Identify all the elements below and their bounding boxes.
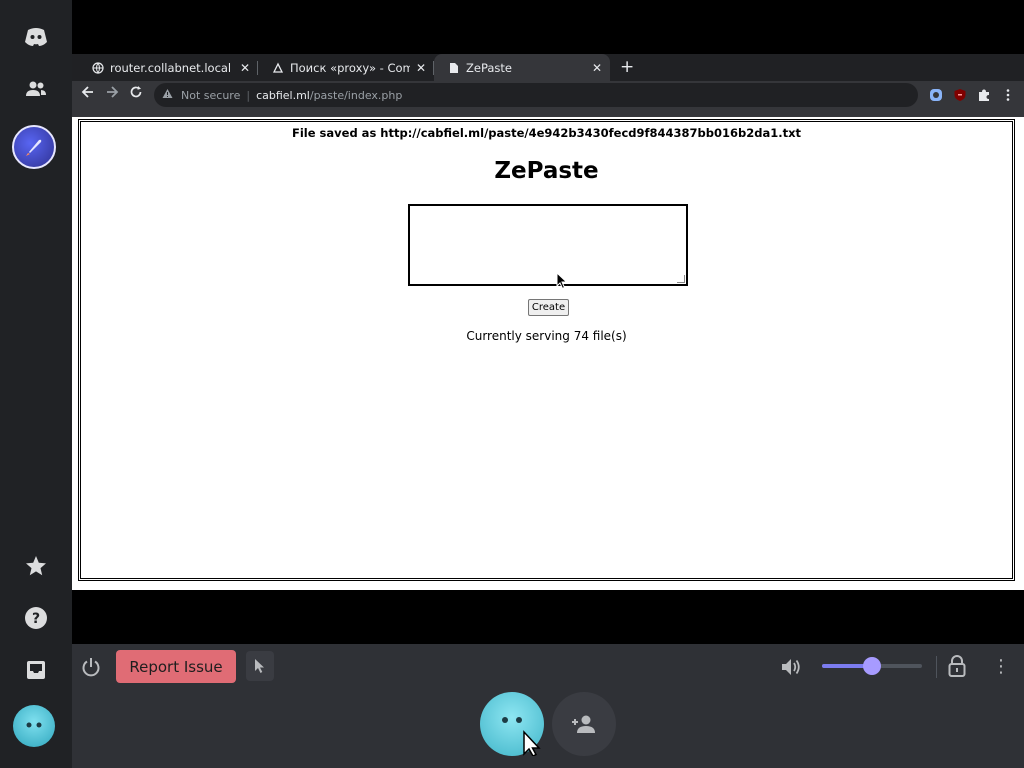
close-tab-icon[interactable]: ✕ — [592, 61, 602, 75]
svg-text:?: ? — [32, 611, 40, 627]
volume-slider[interactable] — [822, 657, 922, 675]
browser-toolbar: Not secure | cabfiel.ml/paste/index.php — [72, 81, 1024, 109]
tab-strip: router.collabnet.local ✕ Поиск «proxy» -… — [72, 54, 1024, 81]
pointer-icon — [255, 659, 264, 673]
address-bar[interactable]: Not secure | cabfiel.ml/paste/index.php — [154, 83, 918, 107]
user-avatar[interactable] — [13, 705, 55, 747]
browser-window: router.collabnet.local ✕ Поиск «proxy» -… — [72, 54, 1024, 590]
more-options-icon[interactable]: ⋮ — [992, 656, 1010, 678]
reload-icon[interactable] — [129, 85, 143, 103]
tab-title: ZePaste — [466, 60, 512, 75]
control-bar: Report Issue ⋮ — [72, 644, 1024, 768]
inbox-icon[interactable] — [16, 650, 56, 690]
discord-logo-icon[interactable] — [16, 17, 56, 57]
page-viewport: File saved as http://cabfiel.ml/paste/4e… — [72, 117, 1024, 590]
tab-title: router.collabnet.local — [110, 60, 232, 75]
url-host[interactable]: cabfiel.ml — [256, 89, 310, 102]
star-icon[interactable] — [16, 546, 56, 586]
tab-router[interactable]: router.collabnet.local ✕ — [78, 54, 258, 81]
page-frame: File saved as http://cabfiel.ml/paste/4e… — [78, 119, 1015, 581]
url-path[interactable]: /paste/index.php — [310, 89, 402, 102]
add-user-icon — [572, 715, 595, 733]
warning-icon[interactable] — [162, 88, 173, 102]
pointer-mode-button[interactable] — [246, 651, 274, 681]
tab-zepaste[interactable]: ZePaste ✕ — [434, 54, 610, 81]
saved-message: File saved as http://cabfiel.ml/paste/4e… — [292, 126, 801, 140]
tab-title: Поиск «proxy» - Comput — [290, 60, 410, 75]
resize-handle-icon[interactable] — [677, 275, 685, 283]
volume-icon[interactable] — [780, 656, 802, 678]
page-title: ZePaste — [494, 158, 599, 184]
power-icon[interactable] — [80, 656, 102, 678]
new-tab-icon[interactable]: + — [620, 57, 634, 77]
session-user-avatar[interactable] — [480, 692, 544, 757]
mouse-cursor-icon — [556, 271, 568, 294]
page-icon — [448, 62, 460, 74]
forward-icon[interactable] — [105, 85, 119, 103]
report-issue-button[interactable]: Report Issue — [116, 650, 236, 683]
friends-icon[interactable] — [16, 69, 56, 109]
server-rocket-icon[interactable] — [12, 125, 56, 169]
serving-status: Currently serving 74 file(s) — [466, 329, 627, 343]
app-icon — [272, 62, 284, 74]
globe-icon — [92, 61, 104, 74]
extension-ublock-icon[interactable] — [953, 87, 967, 101]
extension-shield-icon[interactable] — [929, 87, 943, 101]
back-icon[interactable] — [81, 85, 95, 103]
close-tab-icon[interactable]: ✕ — [416, 61, 426, 75]
left-rail: ? — [0, 0, 72, 768]
tab-search[interactable]: Поиск «proxy» - Comput ✕ — [258, 54, 434, 81]
lock-icon[interactable] — [948, 654, 966, 678]
security-label[interactable]: Not secure — [181, 89, 240, 102]
volume-handle[interactable] — [863, 657, 881, 675]
extensions-puzzle-icon[interactable] — [977, 87, 991, 101]
close-tab-icon[interactable]: ✕ — [240, 61, 250, 75]
browser-menu-icon[interactable] — [1001, 87, 1015, 101]
create-button[interactable]: Create — [528, 299, 569, 316]
add-user-button[interactable] — [552, 692, 616, 756]
divider: | — [246, 88, 251, 102]
help-icon[interactable]: ? — [16, 598, 56, 638]
divider — [936, 656, 937, 678]
paste-textarea[interactable] — [408, 204, 688, 286]
